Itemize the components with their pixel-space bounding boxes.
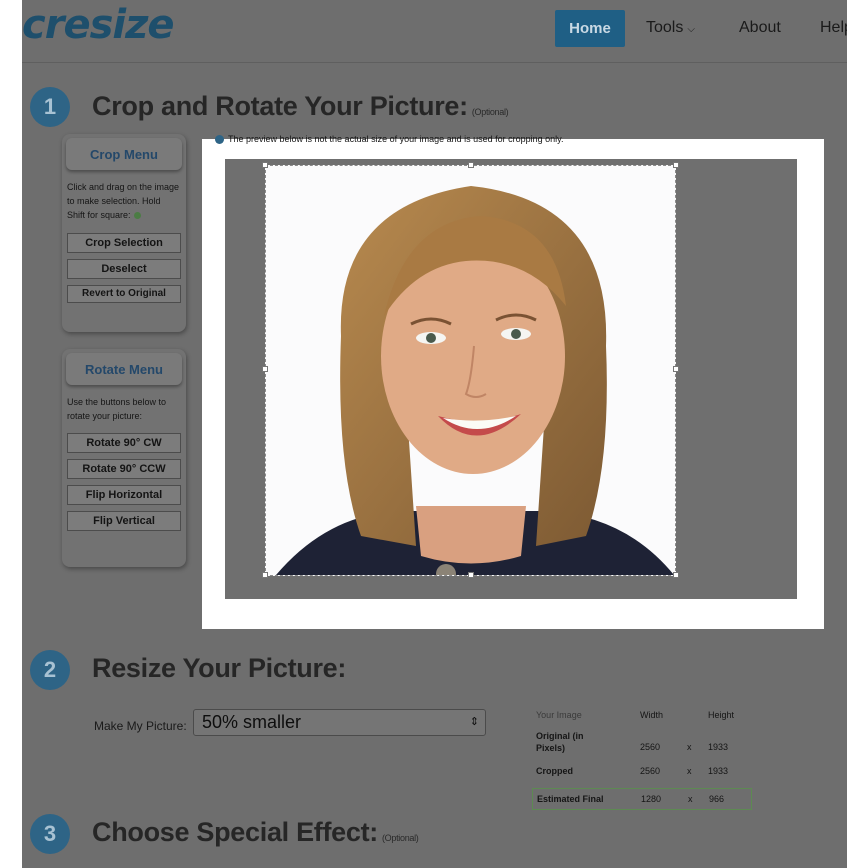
crop-handle-top[interactable] — [468, 162, 474, 168]
step-1-title: Crop and Rotate Your Picture: (Optional) — [92, 91, 509, 122]
crop-instructions-text: Click and drag on the image to make sele… — [67, 182, 180, 220]
step-1-optional: (Optional) — [471, 107, 509, 117]
crop-menu-instructions: Click and drag on the image to make sele… — [62, 170, 186, 228]
row-height: 1933 — [708, 766, 729, 776]
revert-to-original-button[interactable]: Revert to Original — [67, 285, 181, 303]
header-height: Height — [708, 710, 735, 720]
resize-select[interactable]: 50% smaller ⇕ — [193, 709, 486, 736]
nav-tools[interactable]: Tools ⌵ — [646, 19, 695, 37]
chevron-down-icon: ⌵ — [687, 24, 695, 35]
preview-note-text: The preview below is not the actual size… — [228, 134, 564, 144]
step-3-optional: (Optional) — [381, 833, 419, 843]
crop-handle-bottom-left[interactable] — [262, 572, 268, 578]
make-picture-label: Make My Picture: — [94, 719, 187, 733]
nav-tools-label: Tools — [646, 19, 684, 36]
preview-note: The preview below is not the actual size… — [215, 134, 564, 145]
row-width: 1280 — [641, 794, 662, 804]
step-1-badge: 1 — [30, 87, 70, 127]
info-icon — [215, 135, 224, 145]
row-height: 1933 — [708, 742, 729, 752]
portrait-photo — [276, 186, 674, 584]
header-your-image: Your Image — [536, 710, 582, 720]
row-label: Estimated Final — [537, 794, 604, 804]
header-width: Width — [640, 710, 664, 720]
row-width: 2560 — [640, 742, 661, 752]
crop-handle-right[interactable] — [673, 366, 679, 372]
step-2-badge: 2 — [30, 650, 70, 690]
effect-options-row — [92, 862, 652, 868]
step-3-badge: 3 — [30, 814, 70, 854]
rotate-menu-title: Rotate Menu — [66, 353, 182, 385]
row-x: x — [687, 766, 692, 776]
crop-selection-button[interactable]: Crop Selection — [67, 233, 181, 253]
table-row-estimated: Estimated Final 1280 x 966 — [532, 788, 752, 810]
select-arrows-icon: ⇕ — [469, 716, 479, 728]
table-header: Your Image Width Height — [532, 710, 752, 730]
flip-vertical-button[interactable]: Flip Vertical — [67, 511, 181, 531]
flip-horizontal-button[interactable]: Flip Horizontal — [67, 485, 181, 505]
row-x: x — [688, 794, 693, 804]
crop-handle-bottom-right[interactable] — [673, 572, 679, 578]
rotate-menu-instructions: Use the buttons below to rotate your pic… — [67, 397, 167, 421]
step-3-title: Choose Special Effect: (Optional) — [92, 817, 419, 848]
row-height: 966 — [709, 794, 725, 804]
header-divider — [22, 62, 847, 63]
step-3-title-text: Choose Special Effect: — [92, 817, 378, 847]
crop-menu-title: Crop Menu — [66, 138, 182, 170]
table-row: Cropped 2560 x 1933 — [532, 764, 752, 786]
nav-help[interactable]: Help — [820, 19, 847, 37]
rotate-cw-button[interactable]: Rotate 90° CW — [67, 433, 181, 453]
crop-handle-left[interactable] — [262, 366, 268, 372]
resize-select-value: 50% smaller — [202, 712, 302, 732]
crop-menu: Crop Menu Click and drag on the image to… — [62, 134, 186, 332]
table-row: Original (in Pixels) 2560 x 1933 — [532, 730, 752, 764]
row-width: 2560 — [640, 766, 661, 776]
page-left-edge — [0, 0, 22, 868]
row-x: x — [687, 742, 692, 752]
crop-handle-bottom[interactable] — [468, 572, 474, 578]
rotate-menu: Rotate Menu Use the buttons below to rot… — [62, 349, 186, 567]
rotate-ccw-button[interactable]: Rotate 90° CCW — [67, 459, 181, 479]
dimensions-table: Your Image Width Height Original (in Pix… — [532, 710, 752, 810]
crop-handle-top-left[interactable] — [262, 162, 268, 168]
shift-square-icon — [133, 212, 141, 220]
row-label: Original (in Pixels) — [536, 731, 584, 753]
nav-home[interactable]: Home — [555, 10, 625, 47]
crop-selection[interactable] — [265, 165, 676, 584]
logo[interactable]: cresize — [22, 2, 174, 48]
deselect-button[interactable]: Deselect — [67, 259, 181, 279]
step-1-title-text: Crop and Rotate Your Picture: — [92, 91, 468, 121]
nav-about[interactable]: About — [739, 19, 781, 37]
row-label: Cropped — [536, 766, 573, 776]
step-2-title: Resize Your Picture: — [92, 653, 347, 683]
crop-handle-top-right[interactable] — [673, 162, 679, 168]
